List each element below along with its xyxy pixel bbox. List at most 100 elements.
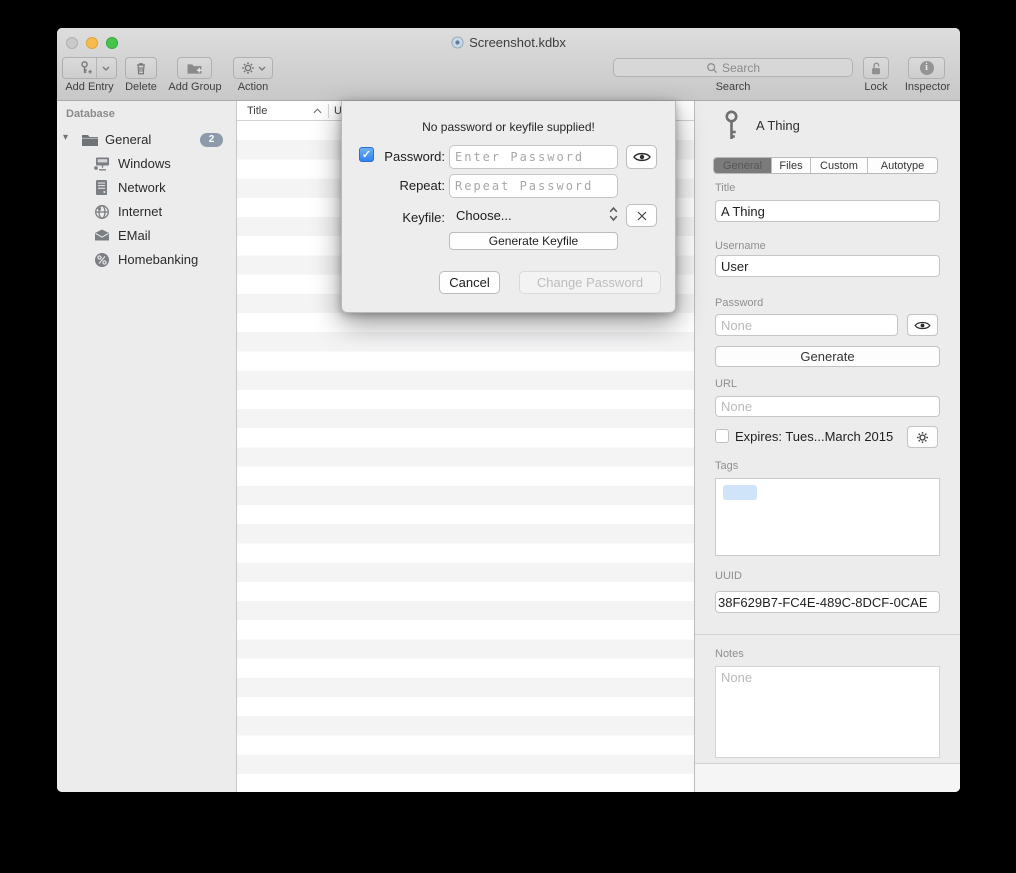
search-label: Search — [613, 81, 853, 93]
sheet-message: No password or keyfile supplied! — [342, 120, 675, 134]
tags-box[interactable] — [715, 478, 940, 556]
column-divider[interactable] — [328, 104, 329, 118]
window-title: Screenshot.kdbx — [469, 35, 566, 50]
column-title[interactable]: Title — [247, 105, 267, 117]
window-chrome: Screenshot.kdbx Add Entry — [57, 28, 960, 101]
sheet-password-label: Password: — [371, 149, 445, 164]
url-field[interactable] — [715, 396, 940, 417]
disclosure-triangle-icon[interactable]: ▾ — [63, 132, 68, 143]
key-icon — [724, 110, 739, 142]
trash-icon — [134, 61, 148, 76]
chevron-down-icon[interactable] — [102, 66, 110, 71]
tab-autotype[interactable]: Autotype — [868, 158, 937, 173]
sidebar-item-windows[interactable]: Windows — [57, 153, 237, 175]
percent-icon — [94, 252, 110, 268]
sidebar-item-label: EMail — [118, 228, 151, 243]
expires-settings-button[interactable] — [907, 426, 938, 448]
sidebar-item-label: General — [105, 132, 151, 147]
username-field[interactable] — [715, 255, 940, 277]
stepper-icon[interactable] — [608, 205, 619, 223]
expires-checkbox[interactable] — [715, 429, 729, 443]
search-input[interactable]: Search — [613, 58, 853, 77]
repeat-password-field[interactable] — [449, 174, 618, 198]
generate-password-button[interactable]: Generate — [715, 346, 940, 367]
tags-label: Tags — [715, 460, 738, 472]
sidebar-item-label: Network — [118, 180, 166, 195]
unlocked-padlock-icon — [869, 61, 883, 76]
lock-label: Lock — [855, 81, 897, 93]
title-label: Title — [715, 182, 735, 194]
inspector-footer — [695, 764, 960, 792]
clear-keyfile-button[interactable] — [626, 204, 657, 227]
generate-keyfile-button[interactable]: Generate Keyfile — [449, 232, 618, 250]
action-button[interactable] — [233, 57, 273, 79]
folder-plus-icon — [186, 62, 203, 75]
cancel-button[interactable]: Cancel — [439, 271, 500, 294]
tab-general[interactable]: General — [714, 158, 772, 173]
notes-label: Notes — [715, 648, 744, 660]
sidebar-item-label: Homebanking — [118, 252, 198, 267]
sidebar-item-email[interactable]: EMail — [57, 225, 237, 247]
delete-label: Delete — [117, 81, 165, 93]
sheet-repeat-label: Repeat: — [371, 178, 445, 193]
add-group-label: Add Group — [165, 81, 225, 93]
search-icon — [706, 62, 718, 74]
sidebar-item-homebanking[interactable]: Homebanking — [57, 249, 237, 271]
search-placeholder: Search — [722, 61, 760, 75]
sidebar-header: Database — [66, 108, 115, 120]
reveal-password-button[interactable] — [907, 314, 938, 336]
entry-count-badge: 2 — [200, 133, 223, 147]
title-field[interactable] — [715, 200, 940, 222]
sheet-keyfile-label: Keyfile: — [371, 210, 445, 225]
sheet-reveal-button[interactable] — [626, 145, 657, 169]
chevron-down-icon — [258, 66, 266, 71]
eye-icon — [633, 151, 651, 163]
screen-background: Screenshot.kdbx Add Entry — [0, 0, 1016, 873]
change-password-sheet: No password or keyfile supplied! ✓ Passw… — [341, 101, 676, 313]
password-field[interactable] — [715, 314, 898, 336]
close-x-icon — [636, 210, 648, 222]
expires-label: Expires: Tues...March 2015 — [735, 429, 893, 444]
tag-token[interactable] — [723, 485, 757, 500]
window-title-area: Screenshot.kdbx — [57, 34, 960, 50]
globe-icon — [94, 204, 110, 220]
password-label: Password — [715, 297, 763, 309]
keyfile-popup[interactable]: Choose... — [456, 208, 512, 223]
uuid-label: UUID — [715, 570, 742, 582]
inspector-panel: A Thing General Files Custom Autotype Ti… — [695, 101, 960, 792]
add-group-button[interactable] — [177, 57, 212, 79]
tab-files[interactable]: Files — [772, 158, 811, 173]
gear-icon — [916, 431, 929, 444]
action-label: Action — [233, 81, 273, 93]
inspector-label: Inspector — [900, 81, 955, 93]
notes-field[interactable] — [715, 666, 940, 758]
inspector-button[interactable]: i — [908, 57, 945, 79]
document-icon — [451, 36, 464, 49]
info-icon: i — [920, 61, 934, 75]
lock-button[interactable] — [863, 57, 889, 79]
sidebar-item-label: Internet — [118, 204, 162, 219]
folder-icon — [81, 133, 99, 147]
eye-icon — [914, 320, 931, 331]
add-entry-button[interactable] — [62, 57, 117, 79]
sort-ascending-icon — [313, 108, 322, 114]
delete-button[interactable] — [125, 57, 157, 79]
change-password-button[interactable]: Change Password — [519, 271, 661, 294]
key-plus-icon — [78, 60, 93, 76]
sidebar-item-general[interactable]: ▾ General 2 — [57, 129, 237, 151]
windows-group-icon — [93, 156, 110, 172]
tab-custom[interactable]: Custom — [811, 158, 868, 173]
uuid-field[interactable] — [715, 591, 940, 613]
sidebar-item-network[interactable]: Network — [57, 177, 237, 199]
sidebar-item-internet[interactable]: Internet — [57, 201, 237, 223]
entry-title: A Thing — [756, 118, 800, 133]
url-label: URL — [715, 378, 737, 390]
enter-password-field[interactable] — [449, 145, 618, 169]
add-entry-label: Add Entry — [62, 81, 117, 93]
check-icon: ✓ — [362, 149, 371, 161]
gear-icon — [241, 61, 255, 75]
envelope-icon — [94, 229, 110, 241]
app-window: Screenshot.kdbx Add Entry — [57, 28, 960, 792]
inspector-divider — [695, 634, 960, 635]
sidebar-item-label: Windows — [118, 156, 171, 171]
